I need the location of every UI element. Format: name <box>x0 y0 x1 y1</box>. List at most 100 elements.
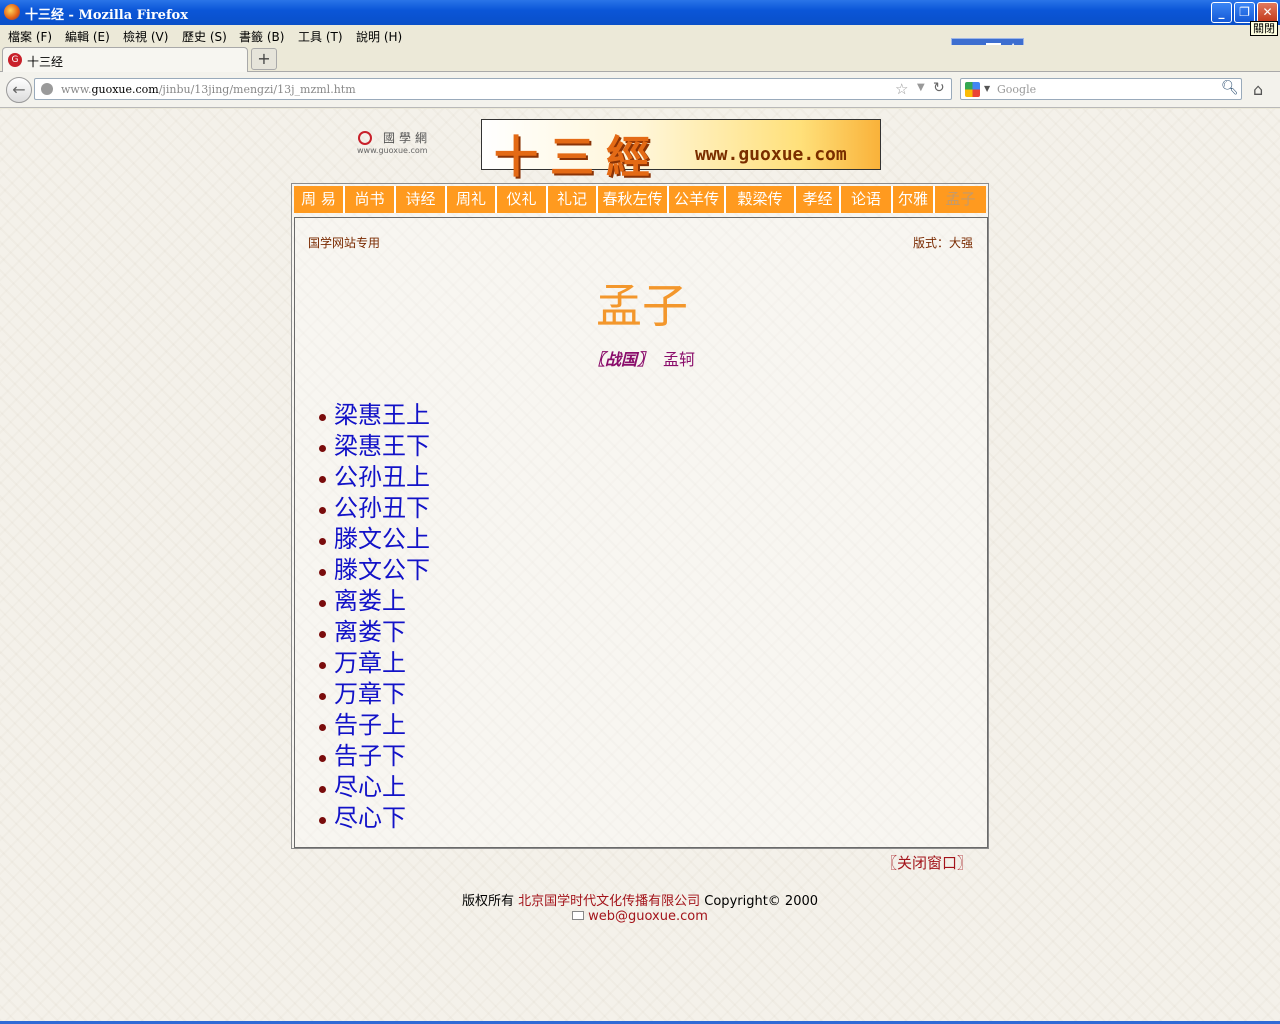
banner-title: 十三經 <box>494 132 662 183</box>
thirteen-classics-banner: 十三經 www.guoxue.com <box>481 119 881 183</box>
chapter-title[interactable]: 滕文公下 <box>334 555 430 585</box>
bullet-icon <box>319 569 326 576</box>
bullet-icon <box>319 476 326 483</box>
chapter-title[interactable]: 梁惠王上 <box>334 400 430 430</box>
chapter-title[interactable]: 告子上 <box>334 710 406 740</box>
menu-view[interactable]: 檢視 (V) <box>123 28 168 45</box>
guoxue-logo-mark-icon <box>358 131 372 145</box>
company-link[interactable]: 北京国学时代文化传播有限公司 <box>518 894 700 909</box>
bullet-icon <box>319 445 326 452</box>
chapter-title[interactable]: 梁惠王下 <box>334 431 430 461</box>
guoxue-logo[interactable]: 國學網 www.guoxue.com <box>355 129 445 159</box>
window-title: 十三经 - Mozilla Firefox <box>25 8 188 23</box>
email-link[interactable]: web@guoxue.com <box>588 909 708 924</box>
author-name: 孟轲 <box>663 350 696 369</box>
tab-label: 十三经 <box>27 55 64 69</box>
bullet-icon <box>319 631 326 638</box>
chapter-title[interactable]: 公孙丑下 <box>334 493 430 523</box>
nav-mengzi[interactable]: 孟子 <box>935 186 986 213</box>
firefox-icon <box>4 4 20 20</box>
search-bar[interactable]: ▼ Google 🔍︎ <box>960 78 1242 100</box>
search-icon[interactable]: 🔍︎ <box>1221 80 1239 96</box>
email-line: web@guoxue.com <box>0 909 1280 924</box>
bullet-icon <box>319 538 326 545</box>
classics-nav: 周 易 尚书 诗经 周礼 仪礼 礼记 春秋左传 公羊传 穀梁传 孝经 论语 尔雅… <box>294 186 986 213</box>
bullet-icon <box>319 786 326 793</box>
menu-bar: 檔案 (F) 編輯 (E) 檢視 (V) 歷史 (S) 書籤 (B) 工具 (T… <box>0 25 1280 45</box>
chapter-title[interactable]: 尽心上 <box>334 772 406 802</box>
nav-yili[interactable]: 仪礼 <box>497 186 548 213</box>
author-line: 〖战国〗 孟轲 <box>295 346 989 370</box>
era-label: 〖战国〗 <box>588 350 653 369</box>
logo-text-cn: 國學網 <box>383 131 432 145</box>
close-tooltip: 關閉 <box>1250 21 1278 36</box>
menu-edit[interactable]: 編輯 (E) <box>65 28 110 45</box>
format-note: 版式：大强 <box>912 236 973 250</box>
page-content: 國學網 www.guoxue.com 十三經 www.guoxue.com 周 … <box>0 109 1280 1021</box>
menu-help[interactable]: 說明 (H) <box>356 28 402 45</box>
google-engine-icon[interactable] <box>965 82 980 97</box>
envelope-icon <box>572 911 585 920</box>
nav-liji[interactable]: 礼记 <box>548 186 598 213</box>
bullet-icon <box>319 724 326 731</box>
bullet-icon <box>319 662 326 669</box>
nav-shangshu[interactable]: 尚书 <box>345 186 396 213</box>
bullet-icon <box>319 414 326 421</box>
nav-erya[interactable]: 尔雅 <box>893 186 935 213</box>
copyright-year: Copyright© 2000 <box>704 894 819 909</box>
chapter-title[interactable]: 告子下 <box>334 741 406 771</box>
address-url[interactable]: www.guoxue.com/jinbu/13jing/mengzi/13j_m… <box>61 83 356 96</box>
engine-dropdown-icon[interactable]: ▼ <box>984 84 990 93</box>
chapter-title[interactable]: 万章上 <box>334 648 406 678</box>
nav-xiaojing[interactable]: 孝经 <box>796 186 841 213</box>
chapter-title[interactable]: 尽心下 <box>334 803 406 833</box>
nav-zhouli[interactable]: 周礼 <box>447 186 497 213</box>
bullet-icon <box>319 755 326 762</box>
history-dropdown-icon[interactable]: ▼ <box>917 82 925 93</box>
chapter-title[interactable]: 离娄下 <box>334 617 406 647</box>
chapter-title[interactable]: 离娄上 <box>334 586 406 616</box>
browser-tab[interactable]: G 十三经 <box>2 47 248 72</box>
nav-shijing[interactable]: 诗经 <box>396 186 447 213</box>
classics-panel: 周 易 尚书 诗经 周礼 仪礼 礼记 春秋左传 公羊传 穀梁传 孝经 论语 尔雅… <box>291 183 989 849</box>
site-note: 国学网站专用 <box>308 236 381 250</box>
minimize-button[interactable]: _ <box>1211 2 1232 23</box>
reload-icon[interactable]: ↻ <box>933 80 945 96</box>
nav-guliangzhuan[interactable]: 穀梁传 <box>726 186 796 213</box>
chapter-title[interactable]: 万章下 <box>334 679 406 709</box>
book-content-panel: 国学网站专用 版式：大强 孟子 〖战国〗 孟轲 梁惠王上 梁惠王下 公孙丑上 公孙丑下滕… <box>294 217 988 848</box>
bookmark-star-icon[interactable]: ☆ <box>895 80 908 98</box>
bullet-icon <box>319 600 326 607</box>
bullet-icon <box>319 693 326 700</box>
chapter-title[interactable]: 滕文公上 <box>334 524 430 554</box>
guoxue-favicon-icon: G <box>8 53 22 67</box>
menu-bookmarks[interactable]: 書籤 (B) <box>239 28 284 45</box>
nav-lunyu[interactable]: 论语 <box>841 186 893 213</box>
close-window-link[interactable]: 〖关闭窗口〗 <box>882 852 972 873</box>
nav-zhouyi[interactable]: 周 易 <box>294 186 345 213</box>
new-tab-button[interactable]: + <box>251 48 277 70</box>
copyright-prefix: 版权所有 <box>461 894 514 909</box>
bullet-icon <box>319 507 326 514</box>
window-title-bar: 十三经 - Mozilla Firefox _ ❐ ✕ <box>0 0 1280 25</box>
banner-url: www.guoxue.com <box>695 144 847 165</box>
chapter-title[interactable]: 公孙丑上 <box>334 462 430 492</box>
menu-file[interactable]: 檔案 (F) <box>8 28 52 45</box>
search-placeholder: Google <box>997 83 1037 96</box>
copyright-line: 版权所有 北京国学时代文化传播有限公司 Copyright© 2000 <box>0 890 1280 909</box>
close-window-button[interactable]: ✕ <box>1257 2 1278 23</box>
bullet-icon <box>319 817 326 824</box>
maximize-button[interactable]: ❐ <box>1234 2 1255 23</box>
menu-history[interactable]: 歷史 (S) <box>182 28 227 45</box>
nav-gongyangzhuan[interactable]: 公羊传 <box>669 186 726 213</box>
home-icon[interactable]: ⌂ <box>1253 80 1263 99</box>
back-button[interactable]: ← <box>6 77 32 103</box>
nav-chunqiu-zuozhuan[interactable]: 春秋左传 <box>598 186 669 213</box>
site-identity-icon[interactable] <box>41 83 53 95</box>
menu-tools[interactable]: 工具 (T) <box>298 28 343 45</box>
tab-bar: G 十三经 <box>0 45 1280 72</box>
navigation-bar: ← www.guoxue.com/jinbu/13jing/mengzi/13j… <box>0 72 1280 108</box>
logo-text-en: www.guoxue.com <box>357 146 428 155</box>
address-bar[interactable]: www.guoxue.com/jinbu/13jing/mengzi/13j_m… <box>34 78 952 100</box>
book-title: 孟子 <box>596 279 688 333</box>
